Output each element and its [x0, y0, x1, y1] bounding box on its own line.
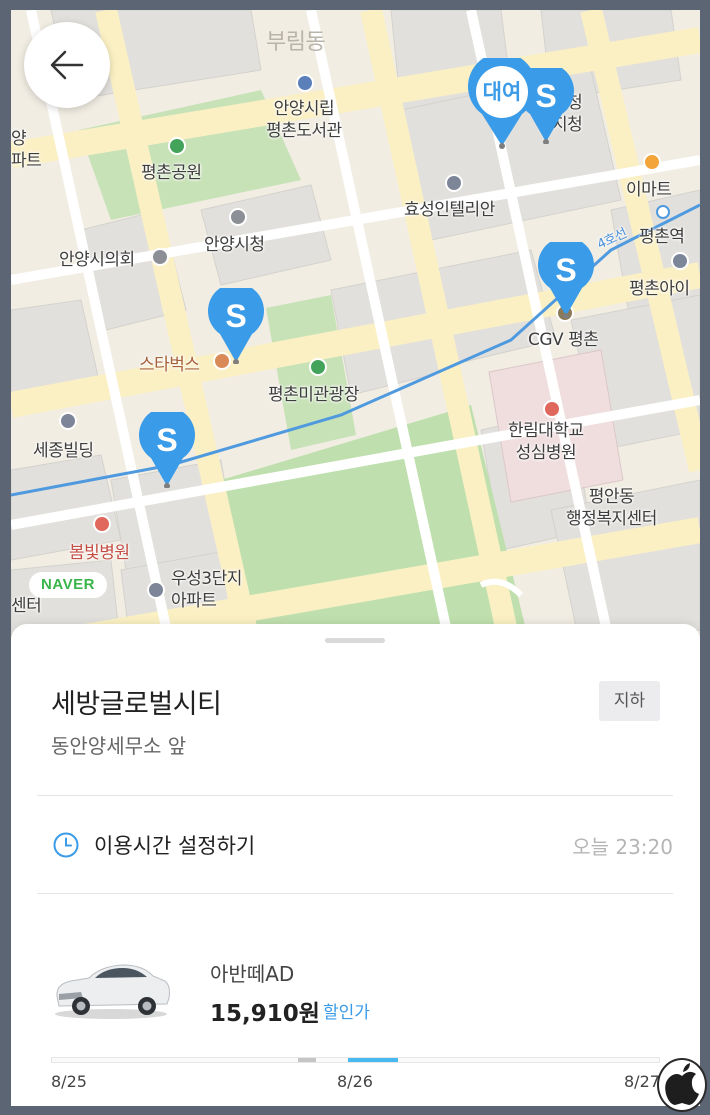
timeline-date-mid: 8/26: [337, 1072, 373, 1091]
car-model-name: 아반떼AD: [210, 962, 295, 986]
map-label-apt-right: 평촌아이: [629, 279, 690, 299]
place-description: 동안양세무소 앞: [51, 734, 187, 758]
map-label-starbucks: 스타벅스: [139, 355, 200, 375]
map-label-woosung: 우성3단지 아파트: [171, 569, 242, 611]
parking-level-badge: 지하: [599, 681, 660, 721]
divider: [37, 893, 673, 894]
map-label-city-hall: 안양시청: [204, 235, 265, 255]
station-pin[interactable]: S: [536, 237, 596, 319]
apartment-icon-2: [445, 174, 463, 192]
map-label-hyosung: 효성인텔리안: [404, 200, 495, 220]
city-hall-icon: [229, 208, 247, 226]
rental-time-value: 오늘 23:20: [572, 835, 673, 859]
car-image[interactable]: [51, 954, 173, 1020]
map-label-plaza: 평촌미관광장: [268, 385, 359, 405]
arrow-left-icon: [50, 50, 84, 80]
map-label-pyeongan: 평안동 행정복지센터: [566, 487, 657, 529]
map-view[interactable]: 부림동 안양시립 평촌도서관 평촌공원 안양시의회 안양시청 스타벅스 평촌미관…: [11, 10, 700, 650]
map-label-cgv: CGV 평촌: [528, 330, 599, 350]
government-icon: [151, 248, 169, 266]
timeline-booked-segment: [298, 1058, 316, 1062]
app-screen: 부림동 안양시립 평촌도서관 평촌공원 안양시의회 안양시청 스타벅스 평촌미관…: [11, 10, 700, 1106]
map-label-park: 평촌공원: [141, 163, 202, 183]
timeline-date-start: 8/25: [51, 1072, 87, 1091]
naver-logo: NAVER: [29, 572, 107, 598]
rental-time-label: 이용시간 설정하기: [94, 834, 256, 858]
building-icon: [59, 412, 77, 430]
plaza-icon: [309, 358, 327, 376]
map-label-station: 평촌역: [639, 227, 685, 247]
clock-icon: [53, 832, 79, 858]
car-price: 15,910원: [210, 1001, 320, 1027]
library-icon: [296, 74, 314, 92]
map-label-library: 안양시립 평촌도서관: [266, 99, 342, 141]
apartment-icon: [147, 581, 165, 599]
map-label-bombit: 봄빛병원: [69, 543, 130, 563]
map-label-sejong: 세종빌딩: [33, 441, 94, 461]
mart-icon: [643, 153, 661, 171]
map-label-hallym: 한림대학교 성심병원: [508, 421, 584, 463]
drag-handle[interactable]: [325, 638, 385, 643]
map-label-district: 부림동: [266, 30, 326, 55]
place-name: 세방글로벌시티: [51, 689, 222, 720]
pin-label: S: [156, 422, 178, 458]
availability-timeline[interactable]: [51, 1057, 660, 1063]
pin-label: S: [225, 298, 247, 334]
apple-logo-icon: [657, 1058, 707, 1112]
rent-pin-label: 대여: [482, 80, 522, 104]
bottom-sheet: 세방글로벌시티 동안양세무소 앞 지하 이용시간 설정하기 오늘 23:20 아…: [11, 624, 700, 1106]
timeline-date-end: 8/27: [624, 1072, 660, 1091]
station-pin[interactable]: S: [137, 407, 197, 489]
map-label-edge-top: 양 파트: [11, 129, 42, 171]
map-label-council: 안양시의회: [59, 250, 135, 270]
hospital-icon-2: [543, 400, 561, 418]
park-icon: [168, 137, 186, 155]
apartment-icon-3: [671, 252, 689, 270]
hospital-icon: [93, 515, 111, 533]
pin-label: S: [555, 252, 577, 288]
map-label-emart: 이마트: [626, 180, 672, 200]
apple-glyph: [665, 1063, 699, 1105]
timeline-selected-segment: [348, 1058, 398, 1062]
back-button[interactable]: [24, 22, 110, 108]
rental-time-row[interactable]: 이용시간 설정하기 오늘 23:20: [37, 796, 673, 894]
station-pin[interactable]: S: [206, 283, 266, 365]
rent-pin[interactable]: 대여: [466, 52, 538, 150]
discount-label: 할인가: [323, 1003, 370, 1023]
